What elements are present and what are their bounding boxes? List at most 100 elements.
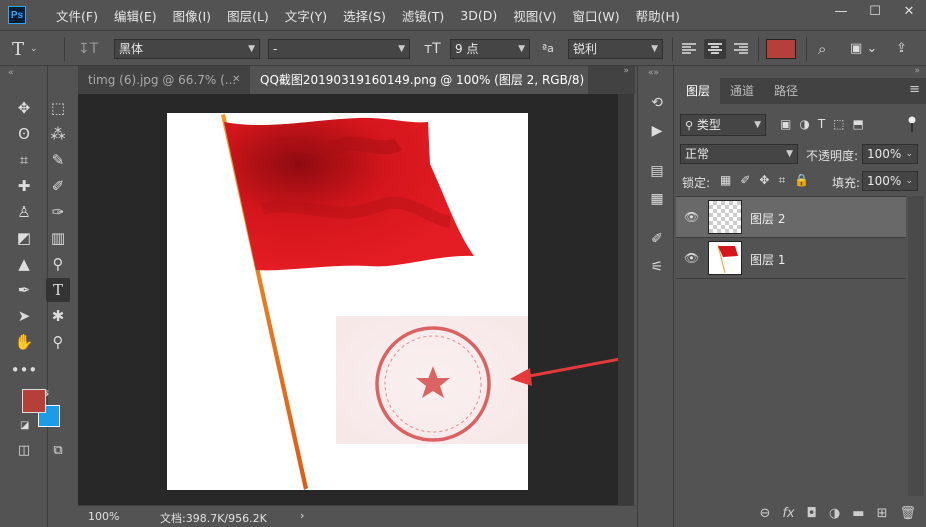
- filter-smart-object-icon[interactable]: ⬒: [853, 117, 864, 131]
- filter-shape-icon[interactable]: ⬚: [833, 117, 844, 131]
- canvas-area[interactable]: [78, 94, 669, 505]
- close-window-button[interactable]: ✕: [892, 0, 926, 22]
- default-colors-icon[interactable]: ◪: [20, 420, 29, 431]
- filter-type-icon[interactable]: T: [818, 117, 825, 131]
- menu-layer[interactable]: 图层(L): [219, 6, 277, 25]
- lock-artboard-icon[interactable]: ⌗: [778, 173, 785, 188]
- hand-tool-icon[interactable]: ✋: [12, 330, 36, 354]
- layer-row-1[interactable]: 👁 图层 1: [676, 238, 906, 279]
- opacity-input[interactable]: 100% ⌄: [862, 144, 918, 164]
- visibility-eye-icon[interactable]: 👁: [684, 251, 699, 265]
- collapse-icon[interactable]: «: [8, 68, 14, 78]
- zoom-level[interactable]: 100%: [88, 510, 119, 523]
- screen-mode-icon[interactable]: ⧉: [46, 438, 70, 462]
- tab-qq-screenshot[interactable]: QQ截图20190319160149.png @ 100% (图层 2, RGB…: [250, 66, 588, 115]
- menu-3d[interactable]: 3D(D): [452, 8, 505, 23]
- lock-position-icon[interactable]: ✥: [759, 173, 769, 188]
- tool-preset-picker[interactable]: T ⌄: [12, 39, 54, 60]
- type-tool-icon[interactable]: T: [46, 278, 70, 302]
- marquee-tool-icon[interactable]: ⬚: [46, 96, 70, 120]
- collapse-icon[interactable]: «»: [648, 68, 659, 78]
- character-panel-icon[interactable]: ▣ ⌄: [850, 39, 884, 59]
- more-tools-icon[interactable]: •••: [11, 358, 38, 382]
- dodge-tool-icon[interactable]: ⚲: [46, 252, 70, 276]
- menu-filter[interactable]: 滤镜(T): [394, 6, 452, 25]
- foreground-color-swatch[interactable]: [22, 389, 46, 413]
- path-selection-tool-icon[interactable]: ➤: [12, 304, 36, 328]
- actions-play-icon[interactable]: ▶: [645, 120, 669, 142]
- menu-help[interactable]: 帮助(H): [628, 6, 688, 25]
- move-tool-icon[interactable]: ✥: [12, 96, 36, 120]
- font-family-select[interactable]: 黑体 ▼: [114, 39, 260, 59]
- blur-tool-icon[interactable]: ▲: [12, 252, 36, 276]
- fill-input[interactable]: 100% ⌄: [862, 171, 918, 191]
- align-center-icon[interactable]: [704, 39, 726, 59]
- link-layers-icon[interactable]: ⊖: [759, 506, 770, 521]
- antialias-select[interactable]: 锐利 ▼: [568, 39, 663, 59]
- healing-brush-tool-icon[interactable]: ✚: [12, 174, 36, 198]
- tab-paths[interactable]: 路径: [764, 78, 808, 104]
- new-group-icon[interactable]: ▬: [852, 506, 864, 521]
- tab-layers[interactable]: 图层: [676, 78, 720, 104]
- layer-row-2[interactable]: 👁 图层 2: [676, 197, 906, 238]
- vertical-scrollbar[interactable]: [618, 94, 634, 505]
- adjustments-icon[interactable]: ▦: [645, 188, 669, 210]
- visibility-eye-icon[interactable]: 👁: [684, 210, 699, 224]
- document-canvas[interactable]: [78, 94, 669, 505]
- collapse-icon[interactable]: »: [914, 66, 920, 76]
- eyedropper-tool-icon[interactable]: ✎: [46, 148, 70, 172]
- brush-settings-icon[interactable]: ✐: [645, 228, 669, 250]
- history-brush-tool-icon[interactable]: ✑: [46, 200, 70, 224]
- tab-timg[interactable]: timg (6).jpg @ 66.7% (... ✕: [78, 66, 250, 94]
- add-mask-icon[interactable]: ◘: [807, 506, 817, 521]
- layers-scrollbar[interactable]: [908, 196, 924, 496]
- lock-image-icon[interactable]: ✐: [740, 173, 750, 188]
- warp-text-icon[interactable]: ⌕: [818, 39, 838, 59]
- menu-window[interactable]: 窗口(W): [565, 6, 628, 25]
- filter-adjustment-icon[interactable]: ◑: [799, 117, 809, 131]
- close-icon[interactable]: ✕: [232, 66, 240, 94]
- font-style-select[interactable]: - ▼: [268, 39, 410, 59]
- panel-menu-icon[interactable]: ≡: [909, 82, 920, 97]
- layer-name[interactable]: 图层 2: [750, 210, 785, 227]
- brush-tool-icon[interactable]: ✐: [46, 174, 70, 198]
- crop-tool-icon[interactable]: ⌗: [12, 148, 36, 172]
- minimize-button[interactable]: —: [824, 0, 858, 22]
- menu-image[interactable]: 图像(I): [165, 6, 219, 25]
- text-color-swatch[interactable]: [766, 39, 796, 59]
- collapse-icon[interactable]: »: [623, 66, 629, 76]
- align-left-icon[interactable]: [682, 39, 696, 59]
- history-icon[interactable]: ⟲: [645, 92, 669, 114]
- clone-stamp-tool-icon[interactable]: ♙: [12, 200, 36, 224]
- layer-filter-select[interactable]: ⚲ 类型 ▼: [680, 114, 766, 136]
- adjustment-layer-icon[interactable]: ◑: [829, 506, 840, 521]
- text-orientation-icon[interactable]: ↧T: [78, 39, 100, 59]
- filter-toggle-icon[interactable]: [908, 116, 916, 132]
- lasso-tool-icon[interactable]: ʘ: [12, 122, 36, 146]
- menu-select[interactable]: 选择(S): [335, 6, 394, 25]
- align-right-icon[interactable]: [734, 39, 748, 59]
- tab-channels[interactable]: 通道: [720, 78, 764, 104]
- filter-pixel-icon[interactable]: ▣: [780, 117, 791, 131]
- status-menu-arrow-icon[interactable]: ›: [300, 509, 304, 522]
- maximize-button[interactable]: ☐: [858, 0, 892, 22]
- clone-source-icon[interactable]: ⚟: [645, 256, 669, 278]
- eraser-tool-icon[interactable]: ◩: [12, 226, 36, 250]
- lock-all-icon[interactable]: 🔒: [794, 173, 809, 188]
- blend-mode-select[interactable]: 正常 ▼: [680, 144, 798, 164]
- menu-view[interactable]: 视图(V): [505, 6, 564, 25]
- pen-tool-icon[interactable]: ✒: [12, 278, 36, 302]
- font-size-select[interactable]: 9 点 ▼: [450, 39, 530, 59]
- custom-shape-tool-icon[interactable]: ✱: [46, 304, 70, 328]
- share-icon[interactable]: ⇪: [896, 39, 914, 59]
- gradient-tool-icon[interactable]: ▥: [46, 226, 70, 250]
- quick-mask-icon[interactable]: ◫: [12, 438, 36, 462]
- delete-layer-icon[interactable]: 🗑: [899, 506, 916, 521]
- zoom-tool-icon[interactable]: ⚲: [46, 330, 70, 354]
- menu-edit[interactable]: 编辑(E): [106, 6, 165, 25]
- properties-icon[interactable]: ▤: [645, 160, 669, 182]
- menu-type[interactable]: 文字(Y): [277, 6, 335, 25]
- new-layer-icon[interactable]: ⊞: [877, 506, 888, 521]
- lock-transparent-icon[interactable]: ▦: [720, 173, 731, 188]
- magic-wand-tool-icon[interactable]: ⁂: [46, 122, 70, 146]
